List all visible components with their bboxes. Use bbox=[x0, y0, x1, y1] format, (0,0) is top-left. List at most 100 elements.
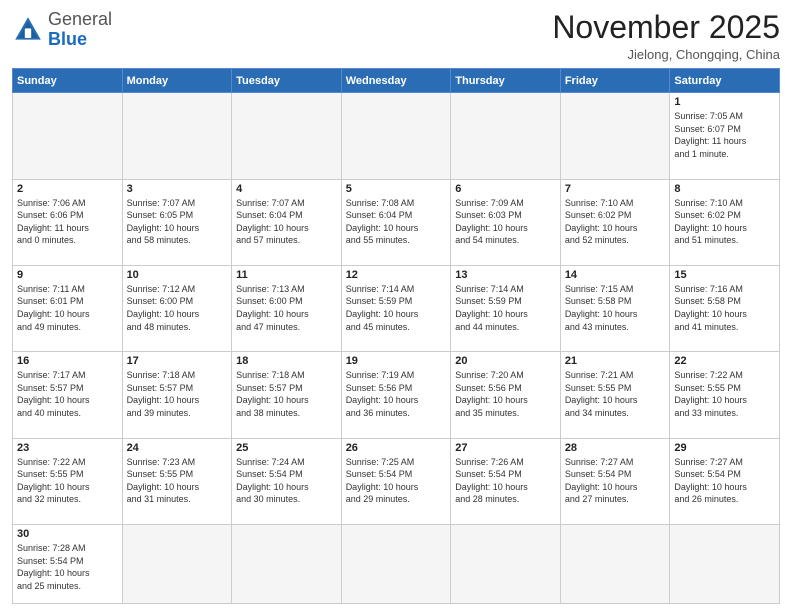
calendar-cell: 17Sunrise: 7:18 AMSunset: 5:57 PMDayligh… bbox=[122, 352, 232, 438]
calendar-cell: 11 Sunrise: 7:13 AMSunset: 6:00 PMDayligh… bbox=[232, 265, 342, 351]
day-info: Sunrise: 7:10 AMSunset: 6:02 PMDaylight:… bbox=[674, 197, 775, 247]
day-number: 1 bbox=[674, 96, 775, 108]
calendar-cell: 2Sunrise: 7:06 AMSunset: 6:06 PMDaylight… bbox=[13, 179, 123, 265]
day-number: 16 bbox=[17, 355, 118, 367]
calendar-cell: 20 Sunrise: 7:20 AMSunset: 5:56 PMDayligh… bbox=[451, 352, 561, 438]
day-number: 7 bbox=[565, 183, 666, 195]
day-number: 19 bbox=[346, 355, 447, 367]
calendar-cell: 19 Sunrise: 7:19 AMSunset: 5:56 PMDayligh… bbox=[341, 352, 451, 438]
calendar-header-row: SundayMondayTuesdayWednesdayThursdayFrid… bbox=[13, 69, 780, 93]
day-info: Sunrise: 7:08 AMSunset: 6:04 PMDaylight:… bbox=[346, 197, 447, 247]
day-info: Sunrise: 7:05 AMSunset: 6:07 PMDaylight:… bbox=[674, 110, 775, 160]
day-info: Sunrise: 7:14 AMSunset: 5:59 PMDaylight:… bbox=[346, 283, 447, 333]
day-number: 24 bbox=[127, 442, 228, 454]
calendar-cell: 7 Sunrise: 7:10 AMSunset: 6:02 PMDaylight… bbox=[560, 179, 670, 265]
calendar-week-6: 30Sunrise: 7:28 AMSunset: 5:54 PMDayligh… bbox=[13, 524, 780, 603]
day-info: Sunrise: 7:19 AMSunset: 5:56 PMDaylight:… bbox=[346, 369, 447, 419]
title-block: November 2025 Jielong, Chongqing, China bbox=[552, 10, 780, 62]
day-info: Sunrise: 7:10 AMSunset: 6:02 PMDaylight:… bbox=[565, 197, 666, 247]
calendar-cell: 24 Sunrise: 7:23 AMSunset: 5:55 PMDayligh… bbox=[122, 438, 232, 524]
calendar-cell: 21 Sunrise: 7:21 AMSunset: 5:55 PMDayligh… bbox=[560, 352, 670, 438]
day-info: Sunrise: 7:23 AMSunset: 5:55 PMDaylight:… bbox=[127, 456, 228, 506]
day-info: Sunrise: 7:15 AMSunset: 5:58 PMDaylight:… bbox=[565, 283, 666, 333]
calendar-cell bbox=[122, 524, 232, 603]
day-number: 3 bbox=[127, 183, 228, 195]
day-info: Sunrise: 7:17 AMSunset: 5:57 PMDaylight:… bbox=[17, 369, 118, 419]
day-number: 9 bbox=[17, 269, 118, 281]
calendar-week-1: 1 Sunrise: 7:05 AMSunset: 6:07 PMDaylight… bbox=[13, 93, 780, 179]
day-info: Sunrise: 7:11 AMSunset: 6:01 PMDaylight:… bbox=[17, 283, 118, 333]
calendar-table: SundayMondayTuesdayWednesdayThursdayFrid… bbox=[12, 68, 780, 604]
day-info: Sunrise: 7:16 AMSunset: 5:58 PMDaylight:… bbox=[674, 283, 775, 333]
calendar-cell: 25 Sunrise: 7:24 AMSunset: 5:54 PMDayligh… bbox=[232, 438, 342, 524]
day-number: 21 bbox=[565, 355, 666, 367]
calendar-cell: 14 Sunrise: 7:15 AMSunset: 5:58 PMDayligh… bbox=[560, 265, 670, 351]
day-info: Sunrise: 7:18 AMSunset: 5:57 PMDaylight:… bbox=[236, 369, 337, 419]
day-info: Sunrise: 7:22 AMSunset: 5:55 PMDaylight:… bbox=[674, 369, 775, 419]
calendar-cell: 10Sunrise: 7:12 AMSunset: 6:00 PMDayligh… bbox=[122, 265, 232, 351]
logo-general: General bbox=[48, 9, 112, 29]
logo-text: General Blue bbox=[48, 10, 112, 50]
logo-icon bbox=[12, 14, 44, 46]
day-info: Sunrise: 7:25 AMSunset: 5:54 PMDaylight:… bbox=[346, 456, 447, 506]
calendar-cell bbox=[670, 524, 780, 603]
day-info: Sunrise: 7:13 AMSunset: 6:00 PMDaylight:… bbox=[236, 283, 337, 333]
day-number: 13 bbox=[455, 269, 556, 281]
day-info: Sunrise: 7:24 AMSunset: 5:54 PMDaylight:… bbox=[236, 456, 337, 506]
day-info: Sunrise: 7:12 AMSunset: 6:00 PMDaylight:… bbox=[127, 283, 228, 333]
logo: General Blue bbox=[12, 10, 112, 50]
day-info: Sunrise: 7:20 AMSunset: 5:56 PMDaylight:… bbox=[455, 369, 556, 419]
calendar-week-4: 16 Sunrise: 7:17 AMSunset: 5:57 PMDayligh… bbox=[13, 352, 780, 438]
calendar-header-monday: Monday bbox=[122, 69, 232, 93]
day-number: 12 bbox=[346, 269, 447, 281]
calendar-cell: 5Sunrise: 7:08 AMSunset: 6:04 PMDaylight… bbox=[341, 179, 451, 265]
calendar-cell: 26Sunrise: 7:25 AMSunset: 5:54 PMDayligh… bbox=[341, 438, 451, 524]
calendar-cell: 27 Sunrise: 7:26 AMSunset: 5:54 PMDayligh… bbox=[451, 438, 561, 524]
day-number: 22 bbox=[674, 355, 775, 367]
calendar-week-2: 2Sunrise: 7:06 AMSunset: 6:06 PMDaylight… bbox=[13, 179, 780, 265]
day-number: 6 bbox=[455, 183, 556, 195]
day-number: 4 bbox=[236, 183, 337, 195]
header: General Blue November 2025 Jielong, Chon… bbox=[12, 10, 780, 62]
day-number: 8 bbox=[674, 183, 775, 195]
day-info: Sunrise: 7:26 AMSunset: 5:54 PMDaylight:… bbox=[455, 456, 556, 506]
day-info: Sunrise: 7:22 AMSunset: 5:55 PMDaylight:… bbox=[17, 456, 118, 506]
calendar-header-thursday: Thursday bbox=[451, 69, 561, 93]
calendar-cell: 30Sunrise: 7:28 AMSunset: 5:54 PMDayligh… bbox=[13, 524, 123, 603]
day-info: Sunrise: 7:27 AMSunset: 5:54 PMDaylight:… bbox=[565, 456, 666, 506]
calendar-cell: 15 Sunrise: 7:16 AMSunset: 5:58 PMDayligh… bbox=[670, 265, 780, 351]
day-number: 27 bbox=[455, 442, 556, 454]
page: General Blue November 2025 Jielong, Chon… bbox=[0, 0, 792, 612]
day-number: 25 bbox=[236, 442, 337, 454]
subtitle: Jielong, Chongqing, China bbox=[552, 47, 780, 62]
calendar-cell: 6Sunrise: 7:09 AMSunset: 6:03 PMDaylight… bbox=[451, 179, 561, 265]
calendar-cell bbox=[232, 93, 342, 179]
calendar-cell bbox=[341, 93, 451, 179]
day-info: Sunrise: 7:06 AMSunset: 6:06 PMDaylight:… bbox=[17, 197, 118, 247]
calendar-header-friday: Friday bbox=[560, 69, 670, 93]
calendar-cell bbox=[451, 93, 561, 179]
calendar-cell: 23 Sunrise: 7:22 AMSunset: 5:55 PMDayligh… bbox=[13, 438, 123, 524]
day-number: 23 bbox=[17, 442, 118, 454]
day-number: 15 bbox=[674, 269, 775, 281]
day-number: 30 bbox=[17, 528, 118, 540]
calendar-cell bbox=[232, 524, 342, 603]
month-title: November 2025 bbox=[552, 10, 780, 45]
calendar-week-5: 23 Sunrise: 7:22 AMSunset: 5:55 PMDayligh… bbox=[13, 438, 780, 524]
calendar-cell bbox=[341, 524, 451, 603]
day-info: Sunrise: 7:27 AMSunset: 5:54 PMDaylight:… bbox=[674, 456, 775, 506]
calendar-header-tuesday: Tuesday bbox=[232, 69, 342, 93]
calendar-header-sunday: Sunday bbox=[13, 69, 123, 93]
calendar-cell bbox=[560, 524, 670, 603]
day-number: 14 bbox=[565, 269, 666, 281]
day-info: Sunrise: 7:21 AMSunset: 5:55 PMDaylight:… bbox=[565, 369, 666, 419]
day-number: 11 bbox=[236, 269, 337, 281]
calendar-header-saturday: Saturday bbox=[670, 69, 780, 93]
calendar-cell: 18Sunrise: 7:18 AMSunset: 5:57 PMDayligh… bbox=[232, 352, 342, 438]
day-info: Sunrise: 7:07 AMSunset: 6:05 PMDaylight:… bbox=[127, 197, 228, 247]
day-number: 20 bbox=[455, 355, 556, 367]
calendar-cell bbox=[122, 93, 232, 179]
calendar-cell: 13Sunrise: 7:14 AMSunset: 5:59 PMDayligh… bbox=[451, 265, 561, 351]
calendar-cell bbox=[13, 93, 123, 179]
calendar-cell bbox=[560, 93, 670, 179]
